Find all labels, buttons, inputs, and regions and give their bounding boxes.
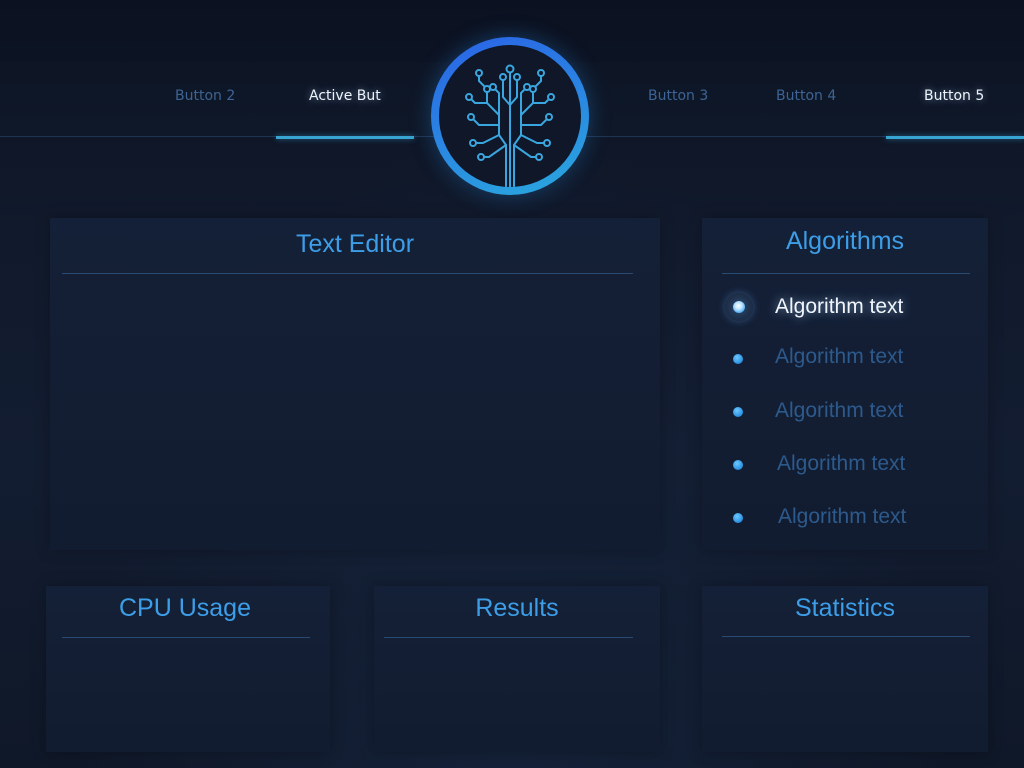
algorithm-item-3[interactable]: Algorithm text — [702, 392, 988, 432]
text-editor-title: Text Editor — [295, 230, 415, 258]
radio-unselected-icon — [733, 354, 743, 364]
text-editor-divider — [62, 273, 633, 274]
algorithm-item-label: Algorithm text — [775, 295, 904, 318]
nav-button-5-underline — [886, 136, 1024, 139]
app-window: Button 2 Active But Button 3 Button 4 Bu… — [0, 0, 1024, 768]
statistics-panel: Statistics — [702, 586, 988, 752]
algorithm-item-2[interactable]: Algorithm text — [702, 338, 988, 378]
algorithm-item-label: Algorithm text — [777, 452, 906, 475]
radio-unselected-icon — [733, 407, 743, 417]
algorithm-item-1[interactable]: Algorithm text — [702, 288, 988, 328]
cpu-usage-panel: CPU Usage — [46, 586, 330, 752]
statistics-divider — [722, 636, 970, 637]
cpu-usage-divider — [62, 637, 310, 638]
nav-button-4[interactable]: Button 4 — [776, 88, 836, 104]
cpu-usage-title: CPU Usage — [119, 594, 251, 622]
circuit-tree-icon — [465, 64, 555, 187]
text-editor-panel: Text Editor — [50, 218, 660, 550]
algorithm-item-label: Algorithm text — [775, 399, 904, 422]
radio-unselected-icon — [733, 460, 743, 470]
algorithms-title: Algorithms — [785, 227, 905, 255]
algorithm-item-label: Algorithm text — [775, 345, 904, 368]
algorithm-item-5[interactable]: Algorithm text — [702, 498, 988, 538]
nav-button-active[interactable]: Active But — [309, 88, 381, 104]
algorithms-panel: Algorithms Algorithm text Algorithm text… — [702, 218, 988, 550]
radio-unselected-icon — [733, 513, 743, 523]
logo[interactable] — [431, 37, 589, 195]
algorithm-item-label: Algorithm text — [778, 505, 907, 528]
radio-selected-icon — [725, 293, 753, 321]
nav-button-5[interactable]: Button 5 — [924, 88, 984, 104]
nav-button-3[interactable]: Button 3 — [648, 88, 708, 104]
statistics-title: Statistics — [794, 594, 896, 622]
results-title: Results — [475, 594, 559, 622]
algorithm-item-4[interactable]: Algorithm text — [702, 445, 988, 485]
results-panel: Results — [374, 586, 660, 752]
text-editor-area[interactable] — [62, 280, 648, 540]
algorithms-divider — [722, 273, 970, 274]
nav-button-2[interactable]: Button 2 — [175, 88, 235, 104]
nav-active-underline — [276, 136, 414, 139]
results-divider — [384, 637, 633, 638]
